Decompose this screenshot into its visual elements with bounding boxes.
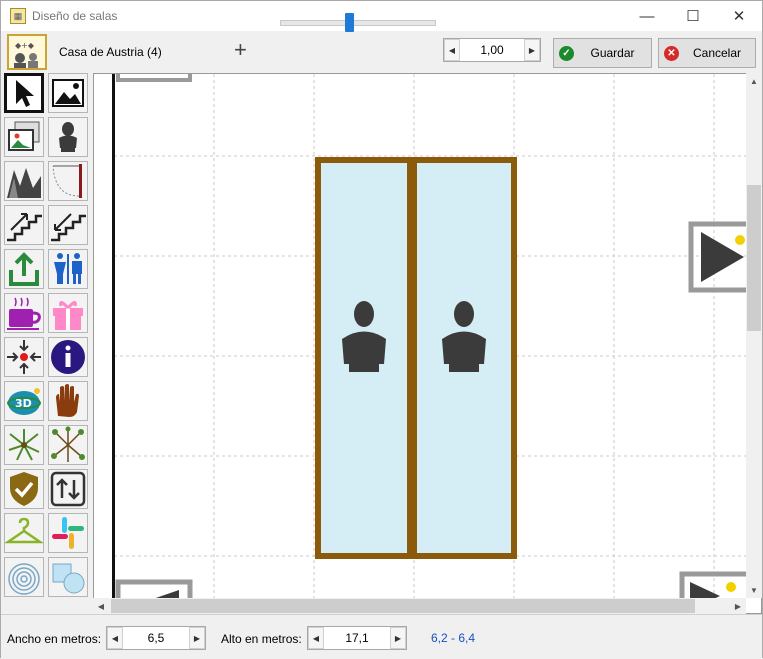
- info-icon[interactable]: [48, 337, 88, 377]
- assembly-point-icon[interactable]: [4, 337, 44, 377]
- svg-text:3D: 3D: [15, 397, 32, 410]
- close-button[interactable]: ✕: [716, 1, 762, 31]
- vertical-scroll-thumb[interactable]: [747, 185, 761, 331]
- zoom-decrease-button[interactable]: ◀: [444, 39, 460, 61]
- shield-check-icon[interactable]: [4, 469, 44, 509]
- scroll-right-icon[interactable]: ▶: [730, 598, 746, 614]
- artwork-marker-top[interactable]: [116, 74, 192, 82]
- zoom-slider[interactable]: [280, 20, 436, 26]
- hanger-icon[interactable]: [4, 513, 44, 553]
- zoom-increase-button[interactable]: ▶: [524, 39, 540, 61]
- tree-icon[interactable]: [48, 425, 88, 465]
- vertical-scrollbar[interactable]: ▲ ▼: [746, 73, 762, 598]
- room-name: Casa de Austria (4): [59, 45, 162, 59]
- stairs-down-icon[interactable]: [48, 205, 88, 245]
- height-stepper[interactable]: ◀ 17,1 ▶: [307, 626, 407, 650]
- gift-icon[interactable]: [48, 293, 88, 333]
- zoom-stepper[interactable]: ◀ 1,00 ▶: [443, 38, 541, 62]
- cancel-icon: ✕: [664, 45, 679, 61]
- vitrine-right[interactable]: [411, 157, 517, 559]
- zoom-slider-thumb[interactable]: [345, 13, 354, 32]
- height-label: Alto en metros:: [221, 632, 302, 646]
- vitrine-left[interactable]: [315, 157, 413, 559]
- hand-icon[interactable]: [48, 381, 88, 421]
- horizontal-scrollbar[interactable]: ◀ ▶: [93, 598, 746, 614]
- scroll-up-icon[interactable]: ▲: [746, 73, 762, 89]
- minimize-button[interactable]: —: [624, 1, 670, 31]
- tool-palette: 3D: [3, 73, 91, 614]
- select-arrow-icon[interactable]: [4, 73, 44, 113]
- width-increase-button[interactable]: ▶: [189, 627, 205, 649]
- zoom-plus-icon[interactable]: +: [234, 39, 247, 61]
- mountains-icon[interactable]: [4, 161, 44, 201]
- 3d-globe-icon[interactable]: 3D: [4, 381, 44, 421]
- save-button[interactable]: ✓ Guardar: [553, 38, 652, 68]
- width-decrease-button[interactable]: ◀: [107, 627, 123, 649]
- height-increase-button[interactable]: ▶: [390, 627, 406, 649]
- width-label: Ancho en metros:: [7, 632, 102, 646]
- window-controls: — ☐ ✕: [624, 1, 762, 31]
- room-wall: [112, 74, 115, 613]
- scroll-left-icon[interactable]: ◀: [93, 598, 109, 614]
- window-title: Diseño de salas: [32, 9, 118, 23]
- status-bar: Ancho en metros: ◀ 6,5 ▶ Alto en metros:…: [1, 614, 762, 659]
- stairs-up-icon[interactable]: [4, 205, 44, 245]
- maximize-button[interactable]: ☐: [670, 1, 716, 31]
- zoom-value[interactable]: 1,00: [460, 43, 524, 57]
- radar-icon[interactable]: [4, 557, 44, 597]
- save-button-label: Guardar: [590, 46, 635, 60]
- restroom-icon[interactable]: [48, 249, 88, 289]
- width-value[interactable]: 6,5: [123, 631, 189, 645]
- room-logo-icon: ◆+◆: [7, 34, 47, 70]
- width-stepper[interactable]: ◀ 6,5 ▶: [106, 626, 206, 650]
- height-decrease-button[interactable]: ◀: [308, 627, 324, 649]
- scroll-down-icon[interactable]: ▼: [746, 582, 762, 598]
- floor-plan-canvas[interactable]: [93, 73, 762, 614]
- cancel-button[interactable]: ✕ Cancelar: [658, 38, 756, 68]
- app-icon: ▦: [10, 8, 26, 24]
- plant-icon[interactable]: [4, 425, 44, 465]
- bust-icon[interactable]: [48, 117, 88, 157]
- door-swing-icon[interactable]: [48, 161, 88, 201]
- dimension-range: 6,2 - 6,4: [431, 631, 476, 645]
- slack-icon[interactable]: [48, 513, 88, 553]
- cancel-button-label: Cancelar: [692, 46, 742, 60]
- image-icon[interactable]: [48, 73, 88, 113]
- artwork-marker-right[interactable]: [688, 221, 747, 293]
- horizontal-scroll-thumb[interactable]: [111, 599, 695, 613]
- height-value[interactable]: 17,1: [324, 631, 390, 645]
- floor-plan-svg[interactable]: [94, 74, 762, 614]
- check-icon: ✓: [559, 45, 574, 61]
- images-icon[interactable]: [4, 117, 44, 157]
- room-designer-window: ▦ Diseño de salas — ☐ ✕ ◆+◆ Casa de Aust…: [0, 0, 763, 659]
- swap-arrows-icon[interactable]: [48, 469, 88, 509]
- title-bar: ▦ Diseño de salas — ☐ ✕: [1, 1, 762, 31]
- coffee-icon[interactable]: [4, 293, 44, 333]
- exit-icon[interactable]: [4, 249, 44, 289]
- shapes-icon[interactable]: [48, 557, 88, 597]
- svg-text:◆+◆: ◆+◆: [15, 41, 35, 50]
